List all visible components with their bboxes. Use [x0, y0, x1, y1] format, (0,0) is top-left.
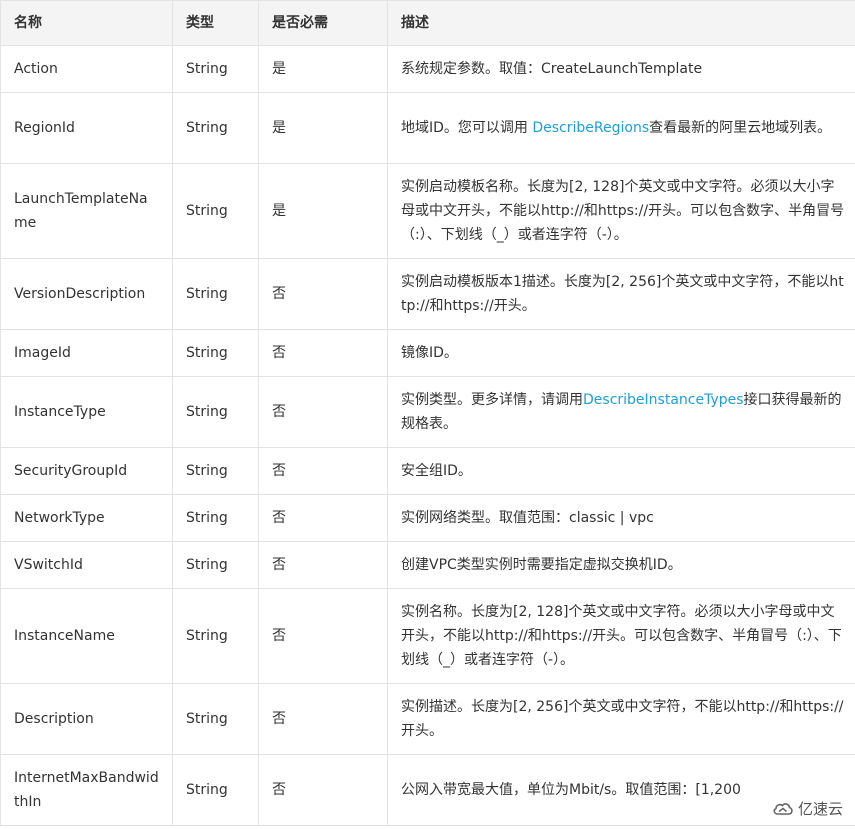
param-type-cell: String — [172, 329, 259, 377]
description-text: 公网入带宽最大值，单位为Mbit/s。取值范围：[1,200 — [401, 782, 741, 798]
param-name-cell: ImageId — [0, 329, 173, 377]
api-doc-link[interactable]: DescribeInstanceTypes — [583, 392, 744, 408]
table-header-row: 名称 类型 是否必需 描述 — [0, 0, 855, 46]
param-name-cell: LaunchTemplateName — [0, 163, 173, 259]
description-text: 创建VPC类型实例时需要指定虚拟交换机ID。 — [401, 557, 682, 573]
param-description-cell: 实例启动模板版本1描述。长度为[2, 256]个英文或中文字符，不能以http:… — [387, 258, 855, 330]
param-description-cell: 镜像ID。 — [387, 329, 855, 377]
param-required-cell: 是 — [258, 163, 388, 259]
description-text: 实例类型。更多详情，请调用 — [401, 392, 583, 408]
table-row: InstanceName String 否实例名称。长度为[2, 128]个英文或中… — [0, 588, 855, 684]
param-type-cell: String — [172, 258, 259, 330]
param-required-cell: 否 — [258, 376, 388, 448]
description-text: 安全组ID。 — [401, 463, 472, 479]
param-name-cell: InstanceType — [0, 376, 173, 448]
param-description-cell: 实例类型。更多详情，请调用DescribeInstanceTypes接口获得最新… — [387, 376, 855, 448]
param-required-cell: 否 — [258, 447, 388, 495]
description-text: 实例名称。长度为[2, 128]个英文或中文字符。必须以大小字母或中文开头，不能… — [401, 604, 842, 668]
param-type-cell: String — [172, 45, 259, 93]
description-text: 实例启动模板名称。长度为[2, 128]个英文或中文字符。必须以大小字母或中文开… — [401, 179, 845, 243]
param-name-cell: SecurityGroupId — [0, 447, 173, 495]
param-description-cell: 地域ID。您可以调用 DescribeRegions查看最新的阿里云地域列表。 — [387, 92, 855, 164]
table-row: NetworkType String 否实例网络类型。取值范围：classic | … — [0, 494, 855, 542]
param-required-cell: 否 — [258, 541, 388, 589]
table-row: VSwitchId String 否创建VPC类型实例时需要指定虚拟交换机ID。 — [0, 541, 855, 589]
watermark: 亿速云 — [765, 798, 845, 819]
param-type-cell: String — [172, 588, 259, 684]
param-description-cell: 创建VPC类型实例时需要指定虚拟交换机ID。 — [387, 541, 855, 589]
table-row: InternetMaxBandwidthIn String 否公网入带宽最大值，单位… — [0, 754, 855, 826]
table-row: InstanceType String 否实例类型。更多详情，请调用Describe… — [0, 376, 855, 448]
table-row: Description String 否实例描述。长度为[2, 256]个英文或中文… — [0, 683, 855, 755]
param-type-cell: String — [172, 541, 259, 589]
param-type-cell: String — [172, 494, 259, 542]
header-required: 是否必需 — [258, 0, 388, 46]
param-required-cell: 是 — [258, 45, 388, 93]
description-text: 系统规定参数。取值：CreateLaunchTemplate — [401, 61, 703, 77]
description-text: 实例网络类型。取值范围：classic | vpc — [401, 510, 654, 526]
description-text: 查看最新的阿里云地域列表。 — [649, 120, 832, 136]
param-name-cell: VersionDescription — [0, 258, 173, 330]
param-description-cell: 实例描述。长度为[2, 256]个英文或中文字符，不能以http://和http… — [387, 683, 855, 755]
param-name-cell: InternetMaxBandwidthIn — [0, 754, 173, 826]
param-required-cell: 否 — [258, 258, 388, 330]
watermark-text: 亿速云 — [797, 800, 843, 818]
param-required-cell: 否 — [258, 494, 388, 542]
param-description-cell: 实例网络类型。取值范围：classic | vpc — [387, 494, 855, 542]
param-description-cell: 安全组ID。 — [387, 447, 855, 495]
api-doc-link[interactable]: DescribeRegions — [532, 120, 649, 136]
param-name-cell: InstanceName — [0, 588, 173, 684]
param-name-cell: NetworkType — [0, 494, 173, 542]
parameter-table: 名称 类型 是否必需 描述 Action String 是系统规定参数。取值：Cre… — [0, 0, 855, 826]
description-text: 地域ID。您可以调用 — [401, 120, 533, 136]
description-text: 实例启动模板版本1描述。长度为[2, 256]个英文或中文字符，不能以http:… — [401, 274, 844, 314]
param-type-cell: String — [172, 447, 259, 495]
param-type-cell: String — [172, 92, 259, 164]
table-row: SecurityGroupId String 否安全组ID。 — [0, 447, 855, 495]
param-required-cell: 是 — [258, 92, 388, 164]
param-name-cell: RegionId — [0, 92, 173, 164]
header-description: 描述 — [387, 0, 855, 46]
table-row: RegionId String 是地域ID。您可以调用 DescribeRegion… — [0, 92, 855, 164]
param-required-cell: 否 — [258, 683, 388, 755]
param-description-cell: 系统规定参数。取值：CreateLaunchTemplate — [387, 45, 855, 93]
param-required-cell: 否 — [258, 329, 388, 377]
param-name-cell: VSwitchId — [0, 541, 173, 589]
param-description-cell: 实例启动模板名称。长度为[2, 128]个英文或中文字符。必须以大小字母或中文开… — [387, 163, 855, 259]
description-text: 实例描述。长度为[2, 256]个英文或中文字符，不能以http://和http… — [401, 699, 844, 739]
param-type-cell: String — [172, 754, 259, 826]
header-type: 类型 — [172, 0, 259, 46]
param-required-cell: 否 — [258, 588, 388, 684]
description-text: 镜像ID。 — [401, 345, 458, 361]
param-name-cell: Description — [0, 683, 173, 755]
param-required-cell: 否 — [258, 754, 388, 826]
cloud-logo-icon — [773, 802, 793, 815]
param-type-cell: String — [172, 376, 259, 448]
table-row: ImageId String 否镜像ID。 — [0, 329, 855, 377]
header-name: 名称 — [0, 0, 173, 46]
param-description-cell: 实例名称。长度为[2, 128]个英文或中文字符。必须以大小字母或中文开头，不能… — [387, 588, 855, 684]
param-type-cell: String — [172, 683, 259, 755]
table-row: LaunchTemplateName String 是实例启动模板名称。长度为[2,… — [0, 163, 855, 259]
table-row: Action String 是系统规定参数。取值：CreateLaunchTempl… — [0, 45, 855, 93]
table-row: VersionDescription String 否实例启动模板版本1描述。长度为… — [0, 258, 855, 330]
param-type-cell: String — [172, 163, 259, 259]
param-name-cell: Action — [0, 45, 173, 93]
